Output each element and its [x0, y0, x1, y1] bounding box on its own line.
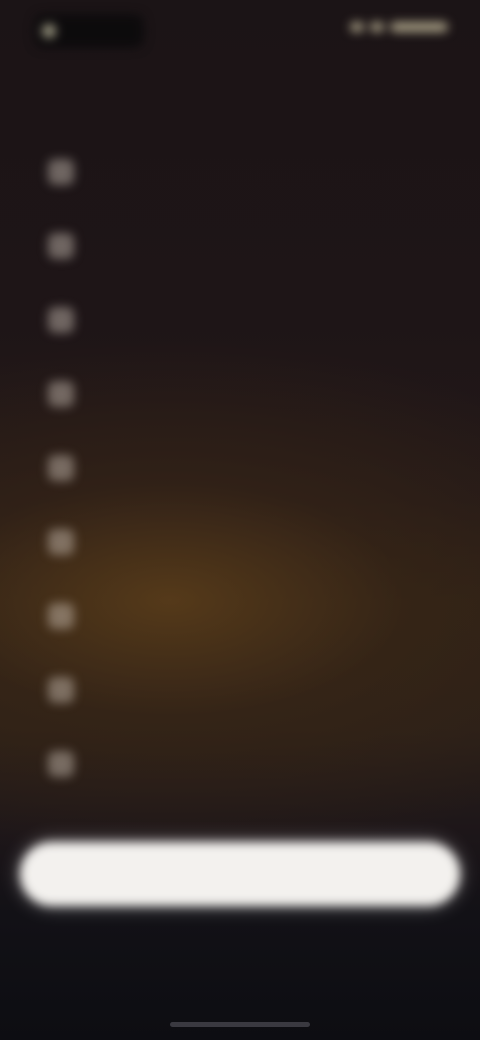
status-bar: [0, 0, 480, 62]
menu-item[interactable]: [48, 298, 428, 342]
menu-item[interactable]: [48, 372, 428, 416]
menu-item[interactable]: [48, 594, 428, 638]
menu-item-icon: [48, 159, 74, 185]
menu-item[interactable]: [48, 668, 428, 712]
menu-item[interactable]: [48, 224, 428, 268]
menu-item-icon: [48, 455, 74, 481]
menu-item-icon: [48, 677, 74, 703]
menu-item[interactable]: [48, 520, 428, 564]
header: [0, 84, 480, 120]
home-indicator[interactable]: [170, 1022, 310, 1027]
menu-item-icon: [48, 603, 74, 629]
signal-icon: [350, 22, 364, 32]
status-left-cluster: [34, 14, 144, 48]
status-right-cluster: [350, 22, 448, 32]
menu-item-icon: [48, 751, 74, 777]
menu-item-icon: [48, 307, 74, 333]
app-icon: [42, 24, 56, 38]
battery-icon: [390, 22, 448, 32]
menu-item[interactable]: [48, 742, 428, 786]
menu-item-icon: [48, 529, 74, 555]
menu-item-icon: [48, 233, 74, 259]
blurred-screen: [0, 0, 480, 1040]
menu-item[interactable]: [48, 150, 428, 194]
menu-item[interactable]: [48, 446, 428, 490]
blur-layer: [0, 0, 480, 1040]
wifi-icon: [370, 22, 384, 32]
menu-item-icon: [48, 381, 74, 407]
primary-action-button[interactable]: [20, 842, 460, 906]
